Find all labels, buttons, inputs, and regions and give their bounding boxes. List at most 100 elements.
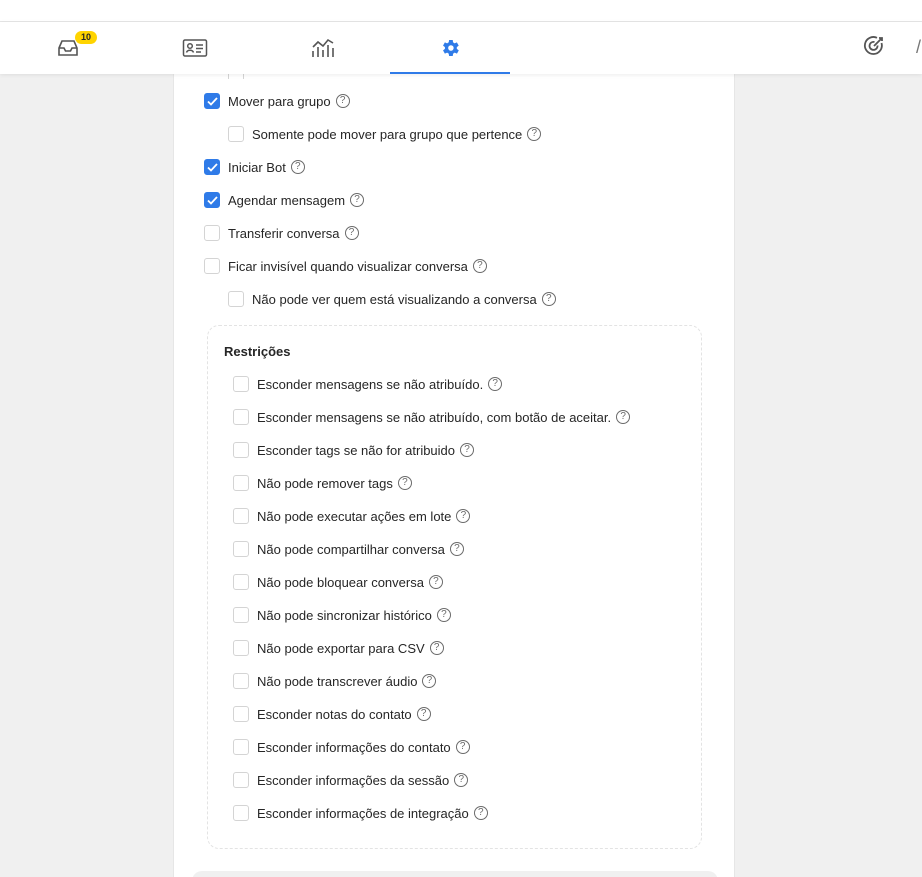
checkbox[interactable] <box>233 805 249 821</box>
checkbox-label: Não pode transcrever áudio <box>257 673 418 689</box>
checkbox[interactable] <box>233 409 249 425</box>
checkbox[interactable] <box>233 673 249 689</box>
analytics-chart-icon <box>310 37 336 59</box>
restrictions-title: Restrições <box>224 344 291 359</box>
restriction-nao-pode-remover-tags[interactable]: Não pode remover tags? <box>233 473 412 493</box>
checkbox[interactable] <box>204 192 220 208</box>
checkbox[interactable] <box>233 574 249 590</box>
permission-agendar-mensagem[interactable]: Agendar mensagem? <box>204 190 365 210</box>
checkbox-label: Esconder mensagens se não atribuído. <box>257 376 484 392</box>
help-icon[interactable]: ? <box>473 806 488 820</box>
partially-hidden-row <box>204 74 604 79</box>
checkbox[interactable] <box>228 291 244 307</box>
help-icon[interactable]: ? <box>416 707 431 721</box>
permission-somente-pode-mover-para-grupo-que-pertence[interactable]: Somente pode mover para grupo que perten… <box>228 124 542 144</box>
restrictions-section: Restrições Esconder mensagens se não atr… <box>207 325 702 849</box>
checkbox[interactable] <box>204 258 220 274</box>
help-icon[interactable]: ? <box>541 292 556 306</box>
permissions-panel: Mover para grupo? Somente pode mover para… <box>173 74 735 877</box>
checkbox[interactable] <box>204 159 220 175</box>
help-icon[interactable]: ? <box>472 259 487 273</box>
checkbox[interactable] <box>228 126 244 142</box>
restriction-nao-pode-executar-acoes-em-lote[interactable]: Não pode executar ações em lote? <box>233 506 471 526</box>
target-icon <box>863 35 885 62</box>
help-icon[interactable]: ? <box>335 94 350 108</box>
checkbox-label: Não pode executar ações em lote <box>257 508 452 524</box>
help-icon[interactable]: ? <box>454 773 469 787</box>
help-icon[interactable]: ? <box>428 575 443 589</box>
checkbox[interactable] <box>233 640 249 656</box>
restriction-nao-pode-compartilhar-conversa[interactable]: Não pode compartilhar conversa? <box>233 539 464 559</box>
restriction-nao-pode-sincronizar-historico[interactable]: Não pode sincronizar histórico? <box>233 605 451 625</box>
checkbox-label: Mover para grupo <box>228 93 331 109</box>
restriction-esconder-informacoes-do-contato[interactable]: Esconder informações do contato? <box>233 737 470 757</box>
help-icon[interactable]: ? <box>436 608 451 622</box>
help-icon[interactable]: ? <box>350 193 365 207</box>
permission-mover-para-grupo[interactable]: Mover para grupo? <box>204 91 350 111</box>
help-icon[interactable]: ? <box>527 127 542 141</box>
checkbox-label: Agendar mensagem <box>228 192 346 208</box>
permission-iniciar-bot[interactable]: Iniciar Bot? <box>204 157 305 177</box>
checkbox[interactable] <box>204 93 220 109</box>
checkbox[interactable] <box>233 442 249 458</box>
checkbox[interactable] <box>233 508 249 524</box>
help-icon[interactable]: ? <box>488 377 503 391</box>
nav-tab-inbox[interactable]: 10 <box>8 22 128 74</box>
checkbox-label: Esconder informações da sessão <box>257 772 450 788</box>
help-icon[interactable]: ? <box>429 641 444 655</box>
checkbox-label: Esconder tags se não for atribuido <box>257 442 456 458</box>
help-icon[interactable]: ? <box>449 542 464 556</box>
restriction-esconder-informacoes-da-sessao[interactable]: Esconder informações da sessão? <box>233 770 469 790</box>
checkbox-label: Não pode ver quem está visualizando a co… <box>252 291 537 307</box>
restriction-esconder-tags-se-nao-for-atribuido[interactable]: Esconder tags se não for atribuido? <box>233 440 475 460</box>
checkbox-label: Esconder mensagens se não atribuído, com… <box>257 409 612 425</box>
checkbox[interactable] <box>233 772 249 788</box>
restriction-nao-pode-transcrever-audio[interactable]: Não pode transcrever áudio? <box>233 671 437 691</box>
nav-goals-button[interactable] <box>856 22 892 74</box>
checkbox-label: Não pode exportar para CSV <box>257 640 425 656</box>
checkbox-label: Ficar invisível quando visualizar conver… <box>228 258 468 274</box>
help-icon[interactable]: ? <box>422 674 437 688</box>
gear-icon <box>439 37 461 59</box>
nav-tab-settings[interactable] <box>390 22 510 74</box>
checkbox-label: Iniciar Bot <box>228 159 286 175</box>
help-icon[interactable]: ? <box>455 740 470 754</box>
restriction-nao-pode-exportar-para-csv[interactable]: Não pode exportar para CSV? <box>233 638 444 658</box>
checkbox[interactable] <box>233 541 249 557</box>
checkbox-label: Esconder informações do contato <box>257 739 451 755</box>
help-icon[interactable]: ? <box>460 443 475 457</box>
help-icon[interactable]: ? <box>344 226 359 240</box>
restriction-esconder-notas-do-contato[interactable]: Esconder notas do contato? <box>233 704 431 724</box>
permission-ficar-invisivel-quando-visualizar-conversa[interactable]: Ficar invisível quando visualizar conver… <box>204 256 487 276</box>
restriction-esconder-informacoes-de-integracao[interactable]: Esconder informações de integração? <box>233 803 488 823</box>
checkbox[interactable] <box>233 706 249 722</box>
checkbox-label: Esconder informações de integração <box>257 805 469 821</box>
help-icon[interactable]: ? <box>397 476 412 490</box>
checkbox[interactable] <box>204 225 220 241</box>
checkbox[interactable] <box>233 607 249 623</box>
restriction-esconder-mensagens-se-nao-atribuido-com-botao-de-aceitar[interactable]: Esconder mensagens se não atribuído, com… <box>233 407 631 427</box>
nav-tab-contacts[interactable] <box>135 22 255 74</box>
restriction-esconder-mensagens-se-nao-atribuido[interactable]: Esconder mensagens se não atribuído.? <box>233 374 503 394</box>
nav-tab-analytics[interactable] <box>263 22 383 74</box>
contact-card-icon <box>182 38 208 58</box>
nav-overflow-item[interactable]: / <box>916 37 922 57</box>
checkbox-label: Somente pode mover para grupo que perten… <box>252 126 523 142</box>
help-icon[interactable]: ? <box>456 509 471 523</box>
checkbox[interactable] <box>233 739 249 755</box>
top-navigation: 10 / <box>0 22 922 74</box>
checkbox-label: Não pode compartilhar conversa <box>257 541 445 557</box>
checkbox-label: Esconder notas do contato <box>257 706 412 722</box>
checkbox-label: Não pode sincronizar histórico <box>257 607 432 623</box>
restriction-nao-pode-bloquear-conversa[interactable]: Não pode bloquear conversa? <box>233 572 443 592</box>
checkbox[interactable] <box>233 475 249 491</box>
footer-bar <box>192 871 718 877</box>
checkbox-label: Não pode remover tags <box>257 475 393 491</box>
window-top-strip <box>0 0 922 22</box>
help-icon[interactable]: ? <box>290 160 305 174</box>
permission-nao-pode-ver-quem-esta-visualizando-a-conversa[interactable]: Não pode ver quem está visualizando a co… <box>228 289 556 309</box>
permission-transferir-conversa[interactable]: Transferir conversa? <box>204 223 359 243</box>
checkbox[interactable] <box>233 376 249 392</box>
checkbox-label: Não pode bloquear conversa <box>257 574 424 590</box>
help-icon[interactable]: ? <box>616 410 631 424</box>
